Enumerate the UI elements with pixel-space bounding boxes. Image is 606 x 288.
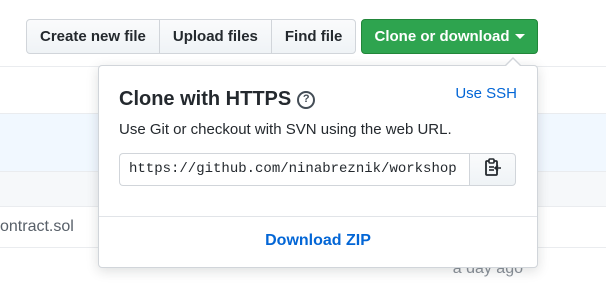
upload-files-button[interactable]: Upload files <box>158 20 271 53</box>
clipboard-icon <box>484 157 502 182</box>
create-new-file-button[interactable]: Create new file <box>27 20 159 53</box>
download-zip-link[interactable]: Download ZIP <box>99 232 537 250</box>
clone-title: Clone with HTTPS ? <box>119 88 316 111</box>
repository-page: ontract.sol a day ago Create new file Up… <box>0 0 606 288</box>
clone-url-value: https://github.com/ninabreznik/workshop <box>129 161 457 177</box>
file-name-link[interactable]: ontract.sol <box>0 218 74 236</box>
caret-down-icon <box>514 33 525 39</box>
clone-description: Use Git or checkout with SVN using the w… <box>119 121 452 138</box>
clone-or-download-button[interactable]: Clone or download <box>361 19 538 54</box>
use-ssh-link[interactable]: Use SSH <box>455 85 517 102</box>
copy-url-button[interactable] <box>469 153 516 186</box>
clone-or-download-label: Clone or download <box>374 28 510 45</box>
clone-dropdown: Clone with HTTPS ? Use SSH Use Git or ch… <box>98 57 538 268</box>
file-actions-group: Create new file Upload files Find file <box>26 19 357 54</box>
help-icon[interactable]: ? <box>297 90 316 109</box>
find-file-button[interactable]: Find file <box>270 20 355 53</box>
dropdown-arrow-fill <box>506 59 520 66</box>
dropdown-divider <box>99 216 537 217</box>
clone-title-text: Clone with HTTPS <box>119 88 292 110</box>
clone-url-input[interactable]: https://github.com/ninabreznik/workshop <box>119 153 469 186</box>
